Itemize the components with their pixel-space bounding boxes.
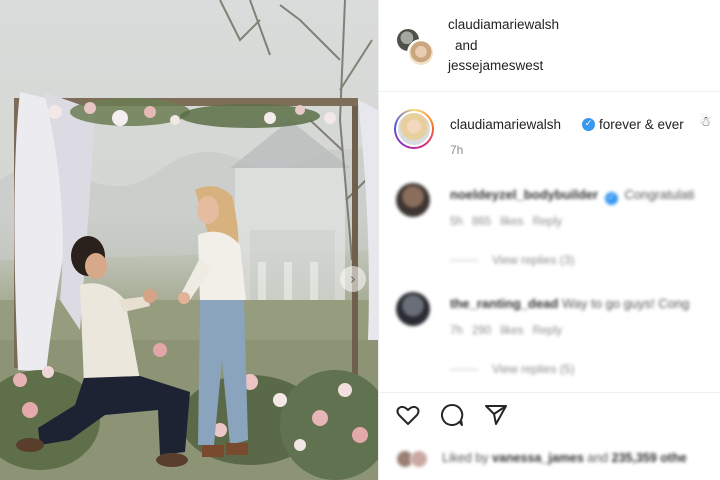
liked-by-user[interactable]: vanessa_james [492, 451, 584, 465]
reply-button[interactable]: Reply [533, 325, 562, 337]
avatar [410, 450, 428, 468]
comment-icon[interactable] [439, 402, 465, 428]
comment-username-text[interactable]: the_ranting_dead [450, 296, 558, 311]
divider [450, 369, 478, 371]
avatar [407, 39, 435, 67]
view-replies-button[interactable]: View replies (5) [450, 362, 574, 376]
avatar[interactable] [396, 292, 430, 326]
caption-text: forever & ever [599, 117, 684, 132]
view-replies-button[interactable]: View replies (3) [450, 253, 574, 267]
comment-likes[interactable]: 290 likes [472, 325, 523, 337]
liked-by-joiner: and [587, 451, 609, 465]
post-header: claudiamariewalsh and jessejameswest [379, 0, 720, 92]
comment-text: Congratulati [624, 187, 695, 202]
paper-plane-icon[interactable] [483, 402, 509, 428]
avatar[interactable] [396, 183, 430, 217]
comment-timestamp: 7h [450, 325, 463, 337]
post-panel: claudiamariewalsh and jessejameswest cla… [379, 0, 720, 480]
comment-likes[interactable]: 865 likes [472, 216, 523, 228]
verified-check-icon: ✓ [582, 118, 595, 131]
comment-timestamp: 5h [450, 216, 463, 228]
caption-username[interactable]: claudiamariewalsh [450, 117, 561, 132]
owner-username-primary[interactable]: claudiamariewalsh [448, 17, 559, 32]
caption-timestamp: 7h [450, 143, 464, 157]
comment-text: Way to go guys! Cong [561, 296, 690, 311]
owner-joiner: and [455, 38, 478, 53]
chevron-right-icon[interactable]: chevron-right-icon› [340, 266, 366, 292]
view-replies-label[interactable]: View replies (3) [492, 253, 574, 267]
comment-username[interactable]: noeldeyzel_bodybuilder ✓ Congratulati [450, 187, 695, 205]
liked-by-row[interactable]: Liked by vanessa_james and 235,359 othe [396, 448, 720, 470]
comment-username-text[interactable]: noeldeyzel_bodybuilder [450, 187, 598, 202]
liked-by-text: Liked by vanessa_james and 235,359 othe [442, 451, 687, 465]
reply-button[interactable]: Reply [533, 216, 562, 228]
actions-divider [379, 392, 720, 393]
view-replies-label[interactable]: View replies (5) [492, 362, 574, 376]
liked-by-prefix: Liked by [442, 451, 489, 465]
proposal-scene [0, 0, 378, 480]
comment-meta: 5h 865 likes Reply [450, 216, 562, 228]
comment-username[interactable]: the_ranting_dead Way to go guys! Cong [450, 296, 689, 311]
divider [450, 260, 478, 262]
post-photo[interactable]: chevron-right-icon› [0, 0, 378, 480]
avatar[interactable] [394, 109, 434, 149]
liked-by-avatars [396, 450, 432, 468]
owner-username-secondary[interactable]: jessejameswest [448, 58, 543, 73]
comment-meta: 7h 290 likes Reply [450, 325, 562, 337]
verified-check-icon: ✓ [604, 192, 618, 205]
likes-count[interactable]: 235,359 othe [612, 451, 687, 465]
heart-icon[interactable] [395, 402, 421, 428]
snowman-icon: ☃ [699, 114, 712, 130]
collab-avatar[interactable] [396, 28, 436, 68]
